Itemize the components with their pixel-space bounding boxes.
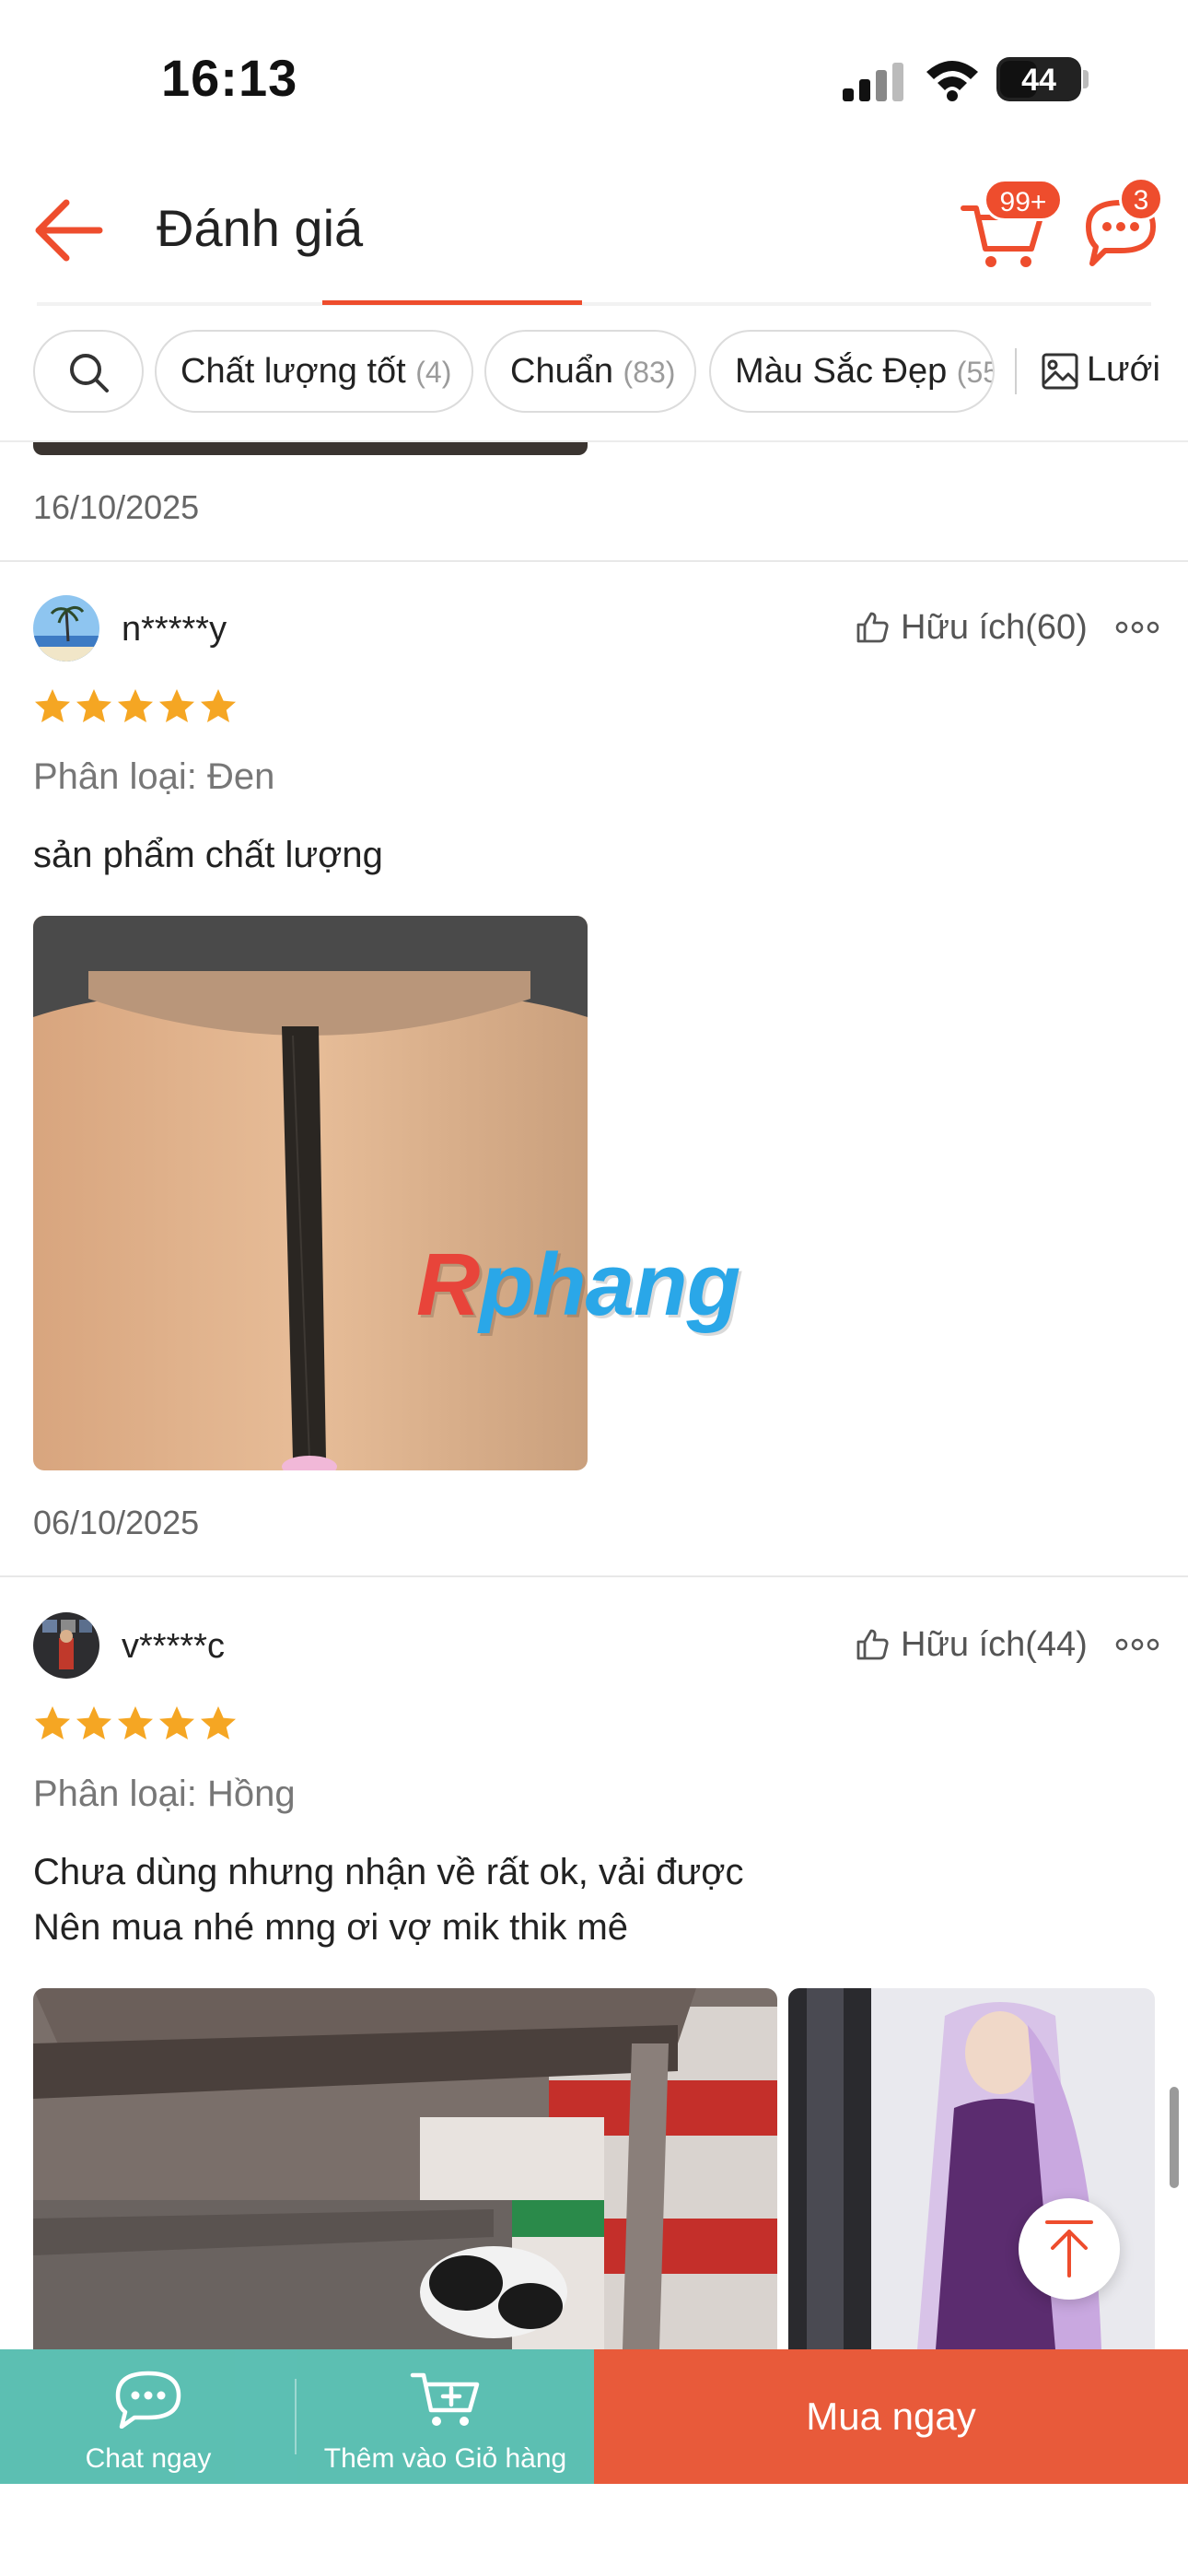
bottom-bar-divider bbox=[295, 2379, 297, 2454]
star-icon bbox=[76, 1706, 111, 1739]
add-to-cart-button[interactable]: Thêm vào Giỏ hàng bbox=[297, 2349, 594, 2484]
arrow-up-icon bbox=[1045, 2220, 1093, 2277]
review-item: v*****c Hữu ích(44) Phân loại: Hồng Chưa… bbox=[0, 1612, 1188, 2349]
watermark-logo: Rphang bbox=[416, 1235, 740, 1334]
filter-chip-label: Màu Sắc Đẹp bbox=[735, 352, 948, 391]
battery-cap bbox=[1083, 70, 1089, 88]
helpful-count: Hữu ích(44) bbox=[901, 1625, 1088, 1664]
filter-chip-label: Chuẩn bbox=[510, 352, 613, 391]
helpful-count: Hữu ích(60) bbox=[901, 608, 1088, 647]
star-icon bbox=[118, 689, 153, 722]
previous-review-photo[interactable] bbox=[33, 442, 588, 455]
home-indicator-area bbox=[0, 2484, 1188, 2576]
wifi-icon bbox=[926, 61, 978, 101]
star-icon bbox=[201, 1706, 236, 1739]
cart-count-badge: 99+ bbox=[984, 179, 1063, 221]
review-date: 16/10/2025 bbox=[33, 488, 200, 526]
grid-view-label: Lưới bbox=[1087, 350, 1160, 389]
review-variant: Phân loại: Đen bbox=[33, 756, 275, 797]
star-icon bbox=[159, 689, 194, 722]
helpful-button[interactable]: Hữu ích(60) bbox=[855, 604, 1088, 652]
filter-chip-standard[interactable]: Chuẩn (83) bbox=[484, 330, 696, 413]
reviewer-username: n*****y bbox=[122, 610, 227, 649]
filter-chip-count: (83) bbox=[623, 356, 676, 389]
filter-chip-nice-color[interactable]: Màu Sắc Đẹp (55 bbox=[709, 330, 995, 413]
review-item: n*****y Hữu ích(60) Phân loại: Đen sản p… bbox=[0, 595, 1188, 1563]
status-time: 16:13 bbox=[161, 49, 298, 107]
filter-chip-count: (55 bbox=[956, 356, 993, 389]
filter-divider bbox=[1015, 348, 1017, 394]
thumbs-up-icon bbox=[856, 1629, 889, 1660]
review-comment: sản phẩm chất lượng bbox=[33, 827, 383, 883]
bottom-action-bar: Chat ngay Thêm vào Giỏ hàng Mua ngay bbox=[0, 2349, 1188, 2484]
status-bar: 16:13 44 bbox=[0, 0, 1188, 157]
avatar[interactable] bbox=[33, 1612, 99, 1679]
reviewer-username: v*****c bbox=[122, 1627, 225, 1666]
star-icon bbox=[35, 689, 70, 722]
add-to-cart-label: Thêm vào Giỏ hàng bbox=[323, 2443, 567, 2474]
page-title: Đánh giá bbox=[157, 199, 364, 257]
helpful-button[interactable]: Hữu ích(44) bbox=[855, 1622, 1088, 1669]
active-tab-indicator bbox=[322, 300, 582, 305]
search-icon bbox=[70, 354, 109, 392]
review-photo[interactable] bbox=[33, 1988, 777, 2349]
tab-strip bbox=[37, 302, 1151, 306]
chat-now-button[interactable]: Chat ngay bbox=[0, 2349, 297, 2484]
review-photo[interactable] bbox=[788, 1988, 1155, 2349]
buy-now-button[interactable]: Mua ngay bbox=[594, 2349, 1188, 2484]
battery-icon: 44 bbox=[996, 57, 1081, 101]
review-filter-bar: Chất lượng tốt (4) Chuẩn (83) Màu Sắc Đẹ… bbox=[0, 313, 1188, 442]
scrollbar[interactable] bbox=[1170, 2087, 1179, 2188]
star-icon bbox=[35, 1706, 70, 1739]
filter-search-button[interactable] bbox=[33, 330, 144, 413]
review-date: 06/10/2025 bbox=[33, 1504, 200, 1541]
review-photo[interactable] bbox=[33, 916, 588, 1470]
more-options-icon[interactable] bbox=[1114, 614, 1160, 641]
grid-view-toggle[interactable]: Lưới bbox=[1041, 330, 1160, 413]
top-nav-bar: Đánh giá 99+ 3 bbox=[0, 157, 1188, 304]
filter-chip-label: Chất lượng tốt bbox=[181, 352, 406, 391]
star-icon bbox=[118, 1706, 153, 1739]
battery-level: 44 bbox=[1021, 63, 1056, 98]
back-arrow-icon[interactable] bbox=[28, 193, 111, 267]
cellular-signal-icon bbox=[843, 63, 905, 101]
star-icon bbox=[76, 689, 111, 722]
chat-now-label: Chat ngay bbox=[85, 2443, 212, 2474]
image-grid-icon bbox=[1042, 353, 1078, 390]
more-options-icon[interactable] bbox=[1114, 1631, 1160, 1658]
avatar[interactable] bbox=[33, 595, 99, 662]
add-to-cart-icon bbox=[410, 2372, 480, 2426]
review-comment-line: Chưa dùng nhưng nhận về rất ok, vải được bbox=[33, 1852, 744, 1892]
review-separator bbox=[0, 1575, 1188, 1577]
star-rating bbox=[33, 1704, 240, 1745]
review-separator bbox=[0, 560, 1188, 562]
filter-chip-count: (4) bbox=[415, 356, 452, 389]
star-icon bbox=[201, 689, 236, 722]
chat-count-badge: 3 bbox=[1119, 177, 1163, 221]
review-comment-line: sản phẩm chất lượng bbox=[33, 835, 383, 875]
review-comment: Chưa dùng nhưng nhận về rất ok, vải được… bbox=[33, 1844, 743, 1955]
star-rating bbox=[33, 687, 240, 728]
review-comment-line: Nên mua nhé mng ơi vợ mik thik mê bbox=[33, 1907, 629, 1948]
review-variant: Phân loại: Hồng bbox=[33, 1774, 296, 1814]
filter-chip-quality[interactable]: Chất lượng tốt (4) bbox=[155, 330, 473, 413]
chat-bubble-icon bbox=[115, 2371, 181, 2429]
star-icon bbox=[159, 1706, 194, 1739]
thumbs-up-icon bbox=[856, 612, 889, 643]
scroll-to-top-button[interactable] bbox=[1019, 2198, 1120, 2300]
